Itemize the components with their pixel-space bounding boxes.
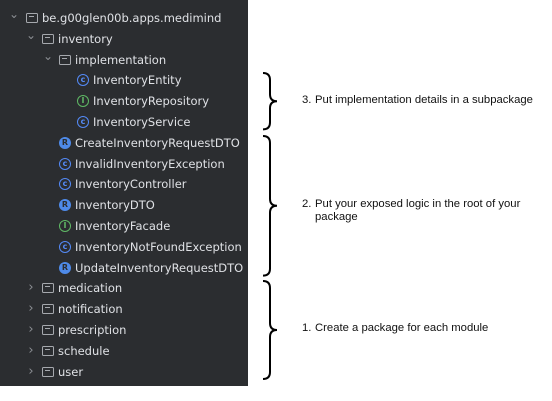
- annotation-note-1: 3. Put implementation details in a subpac…: [302, 94, 542, 108]
- chevron-right-icon[interactable]: ›: [25, 362, 37, 383]
- tree-item-be-g00glen00b-apps-medimind[interactable]: ⌄ be.g00glen00b.apps.medimind: [0, 7, 248, 29]
- tree-item-inventorydto[interactable]: R InventoryDTO: [0, 195, 248, 216]
- record-icon: R: [59, 261, 71, 274]
- tree-item-implementation[interactable]: ⌄ implementation: [0, 49, 248, 71]
- chevron-down-icon[interactable]: ⌄: [25, 25, 37, 46]
- tree-item-label: InventoryController: [75, 177, 187, 192]
- chevron-right-icon[interactable]: ›: [25, 320, 37, 341]
- tree-item-label: UpdateInventoryRequestDTO: [75, 260, 244, 275]
- tree-item-user[interactable]: › user: [0, 362, 248, 383]
- tree-item-label: InventoryRepository: [93, 94, 210, 109]
- folder-icon: [42, 345, 54, 356]
- tree-item-label: InventoryService: [93, 114, 191, 129]
- tree-item-label: prescription: [58, 322, 127, 337]
- tree-item-inventoryentity[interactable]: c InventoryEntity: [0, 70, 248, 91]
- folder-icon: [26, 13, 38, 23]
- brace-1: [262, 72, 278, 131]
- class-icon: c: [77, 115, 89, 128]
- annotation-note-2: 2. Put your exposed logic in the root of …: [302, 198, 542, 225]
- tree-item-medication[interactable]: › medication: [0, 278, 248, 299]
- chevron-right-icon[interactable]: ›: [25, 341, 37, 362]
- annotation-text: Put your exposed logic in the root of yo…: [315, 197, 521, 224]
- folder-icon: [42, 324, 54, 335]
- tree-item-label: InventoryNotFoundException: [75, 239, 242, 254]
- folder-icon: [42, 33, 54, 44]
- tree-item-label: user: [58, 364, 84, 379]
- annotation-text: Put implementation details in a subpacka…: [315, 93, 533, 106]
- chevron-down-icon[interactable]: ⌄: [42, 46, 54, 67]
- brace-3: [262, 280, 278, 381]
- class-icon: c: [59, 178, 71, 191]
- tree-item-label: CreateInventoryRequestDTO: [75, 135, 240, 150]
- chevron-down-icon[interactable]: ⌄: [8, 4, 20, 25]
- tree-item-inventorycontroller[interactable]: c InventoryController: [0, 174, 248, 195]
- class-icon: c: [77, 74, 89, 87]
- tree-item-inventory[interactable]: ⌄ inventory: [0, 28, 248, 50]
- tree-item-inventorynotfoundexception[interactable]: c InventoryNotFoundException: [0, 237, 248, 258]
- tree-item-createinventoryrequestdto[interactable]: R CreateInventoryRequestDTO: [0, 133, 248, 154]
- tree-item-prescription[interactable]: › prescription: [0, 320, 248, 341]
- tree-item-label: InvalidInventoryException: [75, 156, 225, 171]
- tree-item-label: InventoryEntity: [93, 73, 182, 88]
- brace-2: [262, 134, 278, 277]
- class-icon: c: [59, 240, 71, 253]
- annotation-number: 2.: [302, 197, 312, 210]
- chevron-right-icon[interactable]: ›: [25, 299, 37, 320]
- tree-item-inventoryfacade[interactable]: I InventoryFacade: [0, 216, 248, 237]
- project-tree-panel: ⌄ be.g00glen00b.apps.medimind ⌄ inventory ⌄ i…: [0, 0, 248, 386]
- record-icon: R: [59, 199, 71, 212]
- tree-item-label: medication: [58, 281, 123, 296]
- class-icon: c: [59, 157, 71, 170]
- annotation-number: 3.: [302, 93, 312, 106]
- folder-icon: [42, 283, 54, 294]
- tree-item-label: InventoryFacade: [75, 218, 171, 233]
- folder-icon: [59, 54, 71, 65]
- record-icon: R: [59, 136, 71, 149]
- tree-item-label: implementation: [75, 52, 167, 67]
- tree-item-label: notification: [58, 302, 123, 317]
- tree-item-schedule[interactable]: › schedule: [0, 341, 248, 362]
- annotation-note-3: 1. Create a package for each module: [302, 322, 542, 336]
- tree-item-inventoryrepository[interactable]: I InventoryRepository: [0, 91, 248, 112]
- tree-item-label: inventory: [58, 31, 113, 46]
- folder-icon: [42, 304, 54, 315]
- tree-item-notification[interactable]: › notification: [0, 299, 248, 320]
- interface-icon: I: [77, 95, 89, 108]
- annotation-number: 1.: [302, 322, 312, 335]
- chevron-right-icon[interactable]: ›: [25, 278, 37, 299]
- interface-icon: I: [59, 219, 71, 232]
- tree-item-invalidinventoryexception[interactable]: c InvalidInventoryException: [0, 154, 248, 175]
- tree-item-inventoryservice[interactable]: c InventoryService: [0, 112, 248, 133]
- annotation-text: Create a package for each module: [315, 322, 489, 335]
- tree-item-updateinventoryrequestdto[interactable]: R UpdateInventoryRequestDTO: [0, 258, 248, 279]
- tree-item-label: InventoryDTO: [75, 198, 155, 213]
- tree-item-label: schedule: [58, 343, 110, 358]
- folder-icon: [42, 366, 54, 377]
- tree-item-label: be.g00glen00b.apps.medimind: [42, 11, 222, 25]
